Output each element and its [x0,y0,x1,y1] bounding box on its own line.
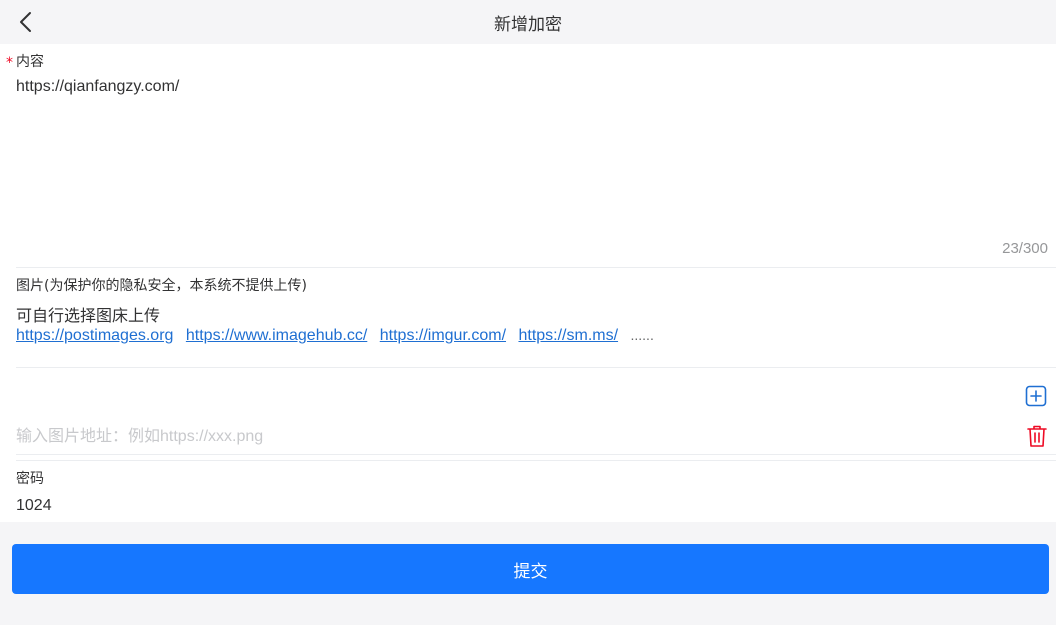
link-imagehub[interactable]: https://www.imagehub.cc/ [186,327,367,344]
nav-bar: 新增加密 [0,0,1056,44]
add-image-button[interactable] [1025,385,1049,409]
delete-image-button[interactable] [1026,424,1050,448]
password-label: 密码 [16,471,44,487]
trash-icon [1027,425,1047,447]
plus-square-icon [1025,385,1047,407]
image-host-hint: 可自行选择图床上传 [16,306,161,325]
divider [16,267,1056,268]
password-input[interactable] [16,494,1016,518]
link-imgur[interactable]: https://imgur.com/ [380,327,506,344]
content-label: 内容 [16,54,44,70]
divider [16,460,1056,461]
word-limit-counter: 23/300 [1002,240,1048,257]
link-smms[interactable]: https://sm.ms/ [518,327,618,344]
image-host-links: https://postimages.org https://www.image… [16,327,654,345]
divider [16,367,1056,368]
required-mark: * [6,55,13,71]
image-url-input[interactable] [16,425,996,449]
more-links-ellipsis: ...... [630,327,654,343]
image-label: 图片(为保护你的隐私安全，本系统不提供上传) [16,278,307,294]
page-title: 新增加密 [494,14,562,35]
back-button[interactable] [12,8,40,36]
link-postimages[interactable]: https://postimages.org [16,327,173,344]
content-textarea[interactable]: https://qianfangzy.com/ [16,76,1046,236]
chevron-left-icon [20,12,31,32]
submit-button[interactable]: 提交 [12,544,1049,594]
divider [16,454,1056,455]
